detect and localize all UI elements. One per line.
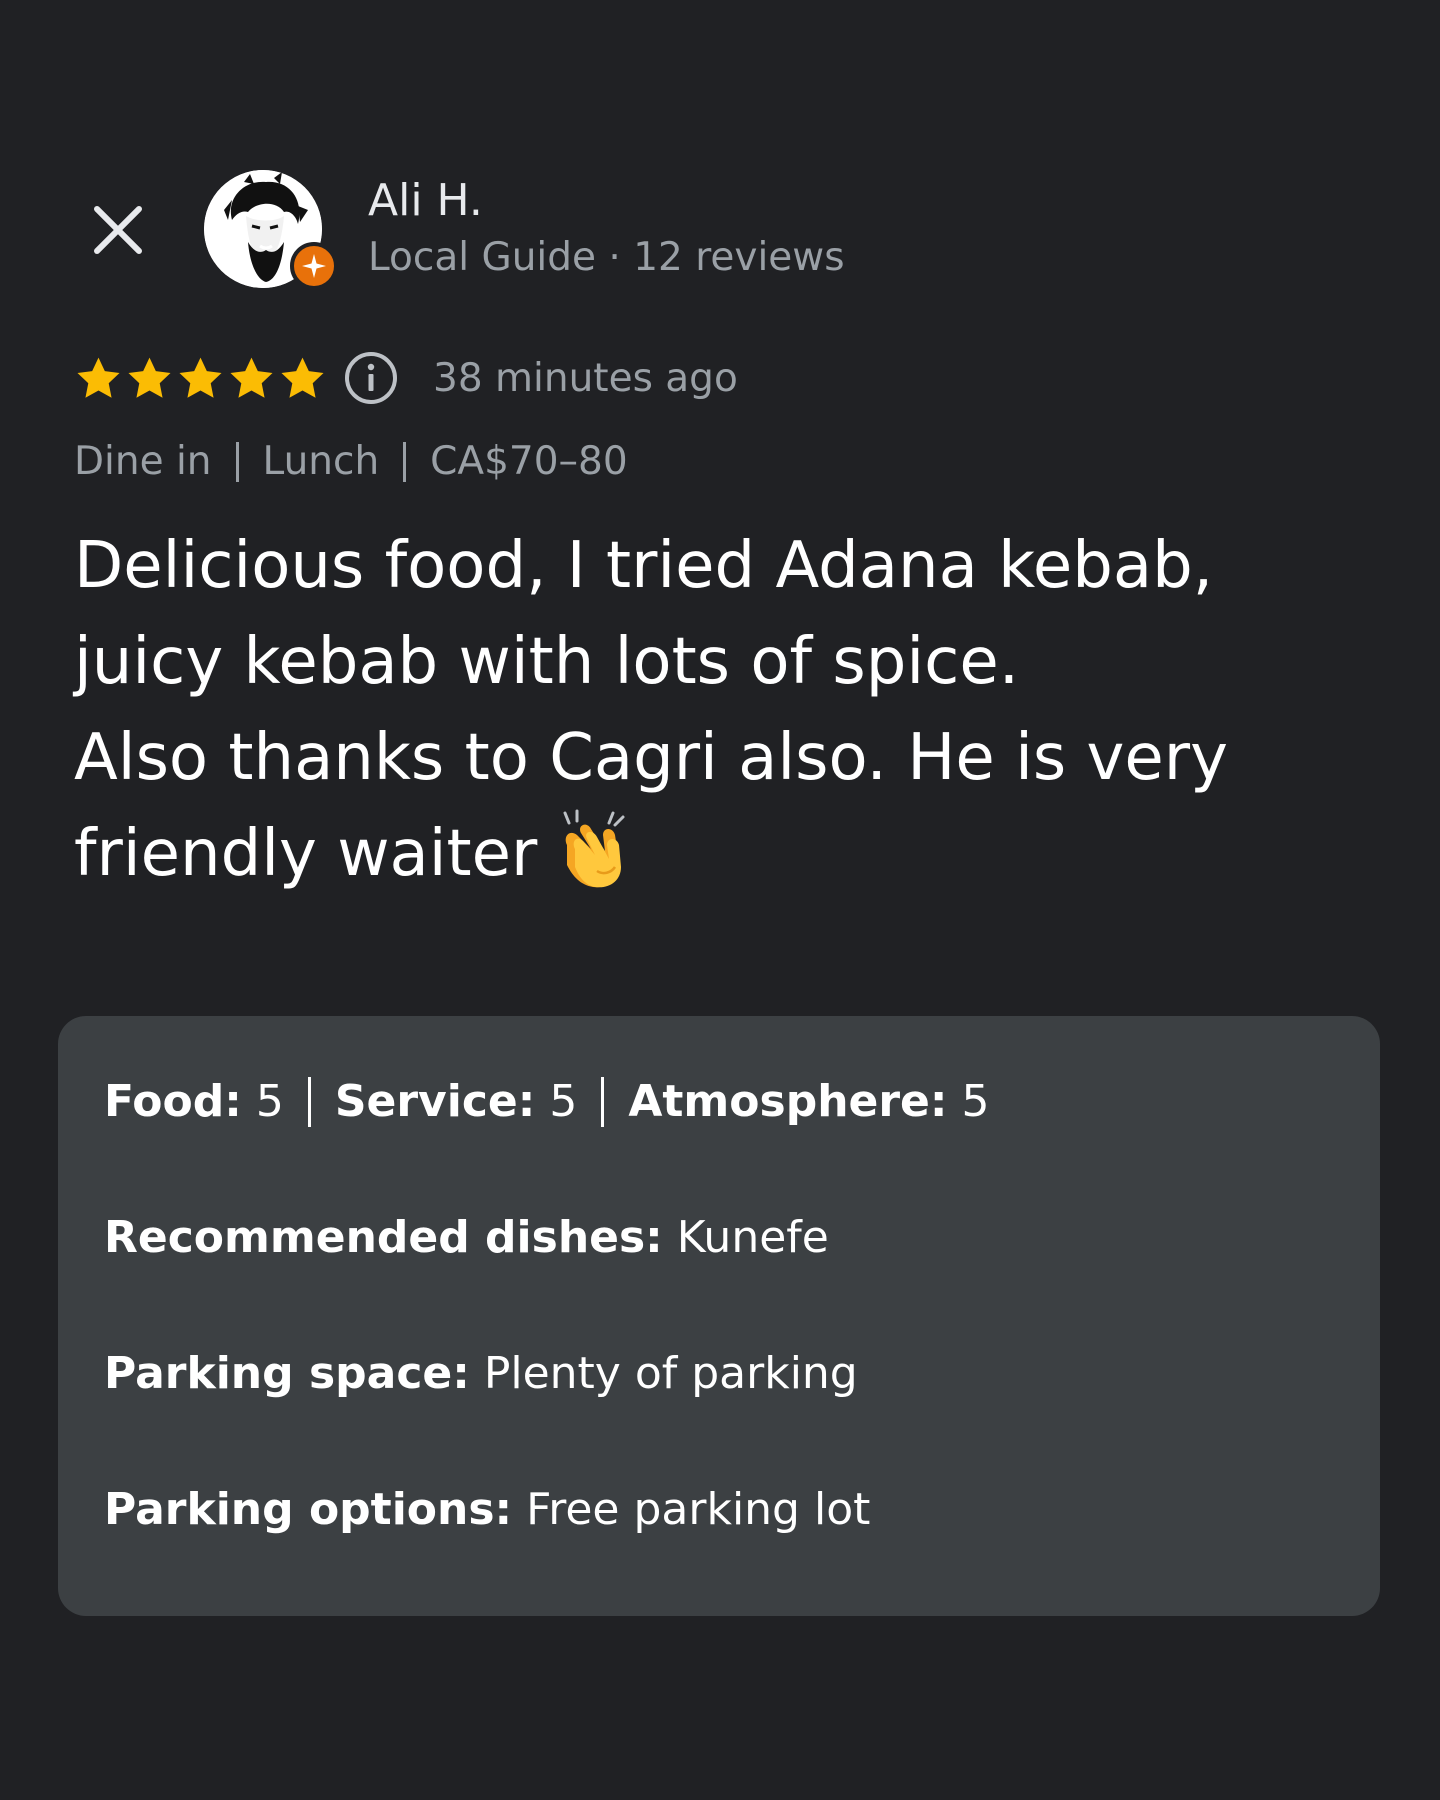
reviewer-meta[interactable]: Local Guide · 12 reviews <box>368 232 845 284</box>
parking-options-value: Free parking lot <box>526 1484 871 1535</box>
review-line: juicy kebab with lots of spice. <box>74 625 1020 699</box>
divider <box>403 442 407 482</box>
visit-info: Dine in Lunch CA$70–80 <box>74 436 628 488</box>
review-page: Ali H. Local Guide · 12 reviews 38 minut… <box>0 0 1440 1800</box>
food-label: Food: <box>104 1076 242 1127</box>
star-icon <box>77 357 120 398</box>
rating-row: 38 minutes ago <box>74 350 738 406</box>
close-button[interactable] <box>84 196 152 264</box>
parking-space-value: Plenty of parking <box>483 1348 858 1399</box>
parking-options-row: Parking options: Free parking lot <box>104 1482 870 1538</box>
review-line: Also thanks to Cagri also. He is very <box>74 721 1228 795</box>
star-icon <box>179 357 222 398</box>
star-icon <box>281 357 324 398</box>
recommended-dishes-row: Recommended dishes: Kunefe <box>104 1210 829 1266</box>
reviewer-name[interactable]: Ali H. <box>368 174 483 228</box>
review-details-card: Food: 5 Service: 5 Atmosphere: 5 Recomme… <box>58 1016 1380 1616</box>
star-rating <box>74 354 329 403</box>
sub-ratings-row: Food: 5 Service: 5 Atmosphere: 5 <box>104 1074 990 1130</box>
atmosphere-label: Atmosphere: <box>628 1076 948 1127</box>
atmosphere-value: 5 <box>961 1076 990 1127</box>
food-value: 5 <box>255 1076 284 1127</box>
parking-space-label: Parking space: <box>104 1348 470 1399</box>
info-icon[interactable] <box>343 350 399 406</box>
close-icon <box>94 206 142 254</box>
star-icon <box>128 357 171 398</box>
service-value: 5 <box>549 1076 578 1127</box>
review-time: 38 minutes ago <box>433 355 738 401</box>
clapping-hands-icon <box>563 809 625 888</box>
parking-options-label: Parking options: <box>104 1484 513 1535</box>
price-range: CA$70–80 <box>430 439 628 484</box>
meal-type: Lunch <box>262 439 380 484</box>
dishes-label: Recommended dishes: <box>104 1212 663 1263</box>
service-label: Service: <box>334 1076 536 1127</box>
review-body: Delicious food, I tried Adana kebab, jui… <box>74 518 1374 902</box>
divider <box>235 442 239 482</box>
service-type: Dine in <box>74 439 212 484</box>
star-icon <box>230 357 273 398</box>
dishes-value: Kunefe <box>676 1212 829 1263</box>
divider <box>307 1077 311 1127</box>
review-line: Delicious food, I tried Adana kebab, <box>74 529 1214 603</box>
review-line-with-emoji: friendly waiter <box>74 806 1374 902</box>
divider <box>601 1077 605 1127</box>
parking-space-row: Parking space: Plenty of parking <box>104 1346 858 1402</box>
review-line: friendly waiter <box>74 817 538 891</box>
local-guide-badge-icon <box>290 242 338 290</box>
